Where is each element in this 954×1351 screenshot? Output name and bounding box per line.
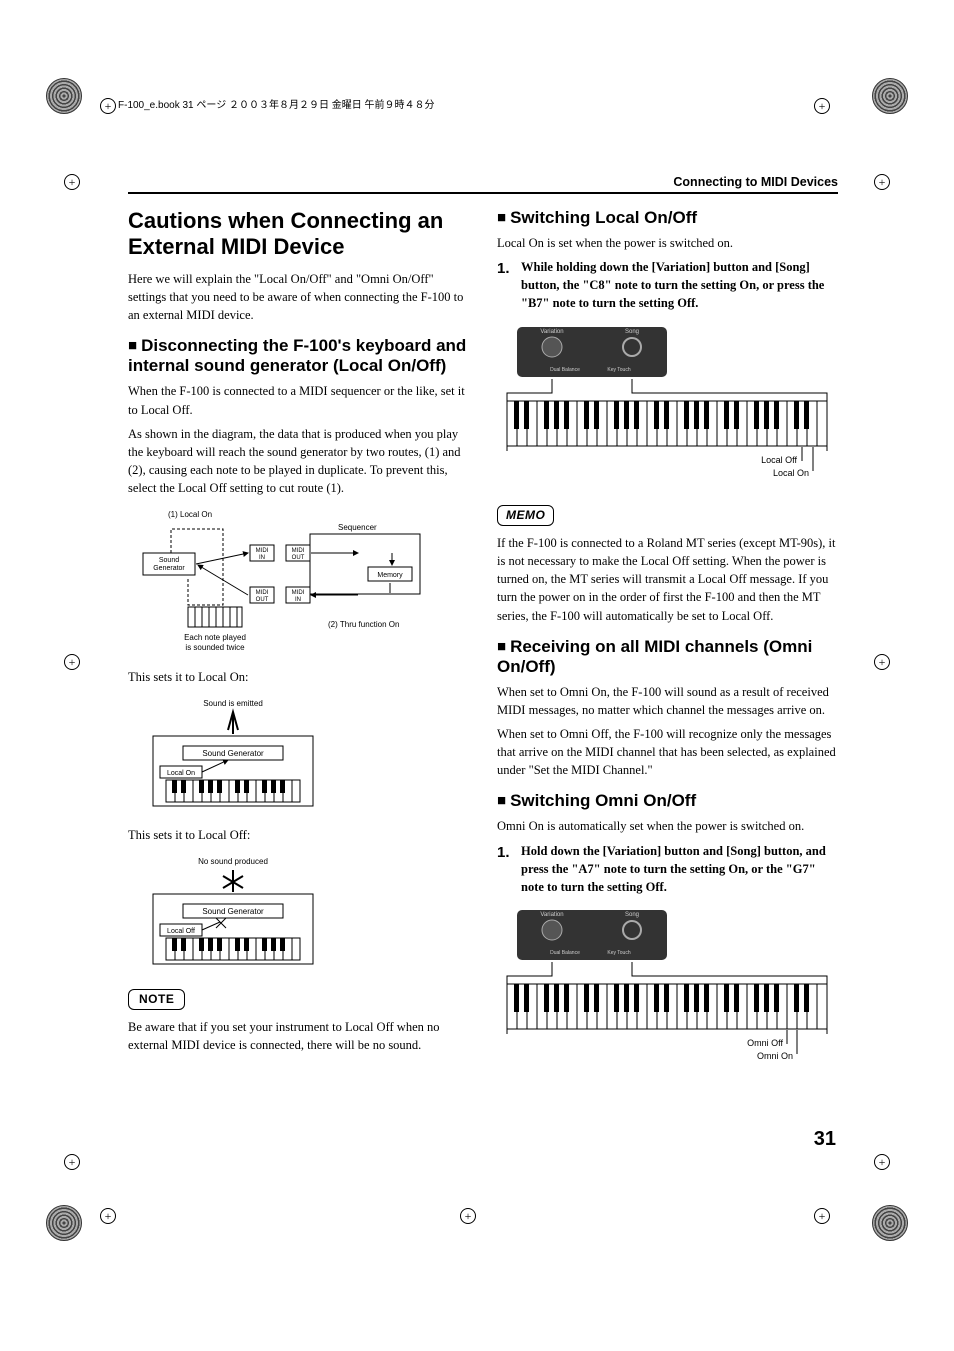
h2-disconnecting: ■Disconnecting the F-100's keyboard and … [128,336,469,376]
diag-label: is sounded twice [185,643,245,652]
registration-rosette [872,1205,908,1241]
h2-switching-omni-text: Switching Omni On/Off [510,791,696,810]
svg-text:MIDI: MIDI [256,590,269,596]
section-header: Connecting to MIDI Devices [128,175,838,194]
body-text: Local On is set when the power is switch… [497,234,838,252]
local-off-diagram: No sound produced Sound Generator Local … [128,852,469,975]
step-body: Hold down the [Variation] button and [So… [521,842,838,896]
h2-disconnecting-text: Disconnecting the F-100's keyboard and i… [128,336,466,375]
step-body: While holding down the [Variation] butto… [521,258,838,312]
step-1: 1. While holding down the [Variation] bu… [497,258,838,312]
crop-mark-icon [874,1150,890,1171]
right-column: ■Switching Local On/Off Local On is set … [497,208,838,1082]
h2-switching-omni: ■Switching Omni On/Off [497,791,838,811]
svg-text:Song: Song [625,912,639,918]
svg-text:Key Touch: Key Touch [607,950,630,956]
svg-text:Omni Off: Omni Off [747,1038,783,1048]
svg-text:Local On: Local On [773,468,809,478]
h2-receiving-omni: ■Receiving on all MIDI channels (Omni On… [497,637,838,677]
svg-text:Sound Generator: Sound Generator [202,907,264,916]
crop-mark-icon [64,650,80,671]
registration-rosette [46,1205,82,1241]
left-column: Cautions when Connecting an External MID… [128,208,469,1082]
svg-text:MIDI: MIDI [292,548,305,554]
diag-label: (2) Thru function On [328,620,399,629]
registration-rosette [872,78,908,114]
svg-text:Dual Balance: Dual Balance [550,367,580,373]
diag-label: Memory [377,572,403,579]
memo-text: If the F-100 is connected to a Roland MT… [497,534,838,625]
svg-text:Variation: Variation [540,912,563,918]
svg-text:Sound is emitted: Sound is emitted [203,699,263,708]
svg-text:OUT: OUT [256,597,269,603]
svg-text:IN: IN [295,597,301,603]
svg-text:Sound Generator: Sound Generator [202,749,264,758]
svg-text:OUT: OUT [292,555,305,561]
body-text: This sets it to Local On: [128,668,469,686]
body-text: As shown in the diagram, the data that i… [128,425,469,498]
note-badge: NOTE [128,989,185,1010]
registration-rosette [46,78,82,114]
crop-mark-icon [874,170,890,191]
diag-label: Sequencer [338,523,377,532]
print-header-line: F-100_e.book 31 ページ ２００３年８月２９日 金曜日 午前９時４… [118,96,435,111]
crop-mark-icon [814,94,830,115]
crop-mark-icon [100,94,116,115]
crop-mark-icon [64,1150,80,1171]
h1-cautions: Cautions when Connecting an External MID… [128,208,469,260]
svg-text:No sound produced: No sound produced [198,857,268,866]
svg-text:MIDI: MIDI [292,590,305,596]
diag-label: (1) Local On [168,510,212,519]
diag-label: Generator [153,565,185,572]
page-number: 31 [814,1128,836,1151]
local-keyboard-diagram: Variation Song Dual Balance Key Touch [497,321,838,491]
h2-switching-local-text: Switching Local On/Off [510,208,697,227]
svg-text:Key Touch: Key Touch [607,367,630,373]
svg-text:Local Off: Local Off [761,455,797,465]
note-text: Be aware that if you set your instrument… [128,1018,469,1054]
svg-text:IN: IN [259,555,265,561]
memo-badge: MEMO [497,505,554,526]
body-text: When set to Omni Off, the F-100 will rec… [497,725,838,779]
svg-text:Omni On: Omni On [757,1051,793,1061]
local-on-diagram: Sound is emitted Sound Generator Local O… [128,694,469,817]
crop-mark-icon [874,650,890,671]
h2-switching-local: ■Switching Local On/Off [497,208,838,228]
h2-receiving-omni-text: Receiving on all MIDI channels (Omni On/… [497,637,812,676]
midi-routing-diagram: (1) Local On Sequencer Sound Generator M… [128,505,469,660]
body-text: When set to Omni On, the F-100 will soun… [497,683,838,719]
svg-text:Song: Song [625,329,639,335]
svg-text:Local On: Local On [167,770,195,777]
crop-mark-icon [460,1204,476,1225]
svg-text:MIDI: MIDI [256,548,269,554]
crop-mark-icon [814,1204,830,1225]
svg-text:Local Off: Local Off [167,928,195,935]
step-1b: 1. Hold down the [Variation] button and … [497,842,838,896]
crop-mark-icon [64,170,80,191]
diag-label: Each note played [184,633,246,642]
crop-mark-icon [100,1204,116,1225]
body-text: Omni On is automatically set when the po… [497,817,838,835]
svg-text:Variation: Variation [540,329,563,335]
diag-label: Sound [159,557,179,564]
step-number: 1. [497,258,513,312]
body-text: This sets it to Local Off: [128,826,469,844]
step-number: 1. [497,842,513,896]
omni-keyboard-diagram: Variation Song Dual Balance Key Touch [497,904,838,1074]
svg-text:Dual Balance: Dual Balance [550,950,580,956]
intro-text: Here we will explain the "Local On/Off" … [128,270,469,324]
body-text: When the F-100 is connected to a MIDI se… [128,382,469,418]
